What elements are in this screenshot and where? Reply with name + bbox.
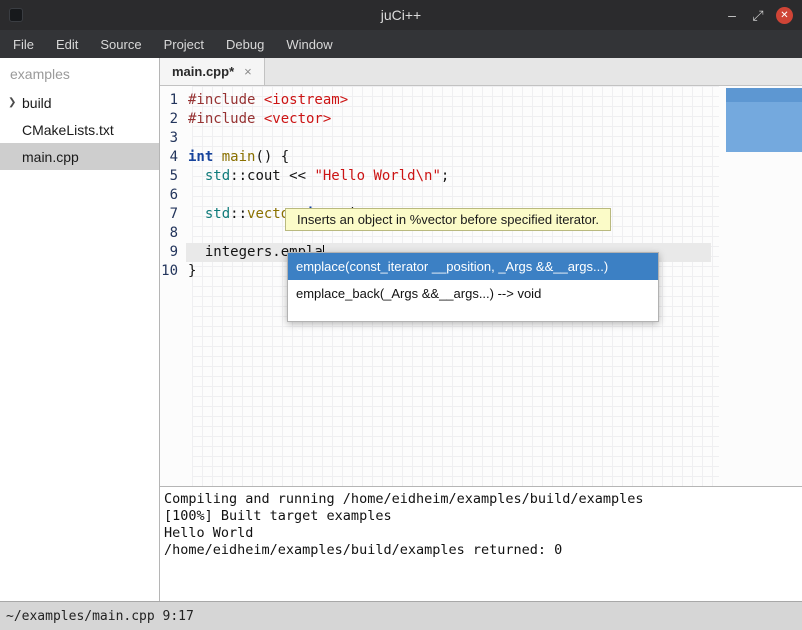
tree-item-label: CMakeLists.txt xyxy=(22,122,114,138)
line-number: 2 xyxy=(160,110,186,129)
code-line[interactable]: 1 #include <iostream> xyxy=(160,91,802,110)
line-number: 5 xyxy=(160,167,186,186)
code-line[interactable]: 5 std::cout << "Hello World\n"; xyxy=(160,167,802,186)
code-line[interactable]: 6 xyxy=(160,186,802,205)
tree-item-label: main.cpp xyxy=(22,149,79,165)
window-controls: – ⤢ ✕ xyxy=(719,0,802,30)
terminal-line: Hello World xyxy=(164,525,802,542)
autocomplete-item-emplace-back[interactable]: emplace_back(_Args &&__args...) --> void xyxy=(288,280,658,307)
code-editor[interactable]: 1 #include <iostream> 2 #include <vector… xyxy=(160,86,802,486)
editor-column: main.cpp* × 1 #include <iostream> 2 #inc… xyxy=(160,58,802,601)
menu-window[interactable]: Window xyxy=(275,32,343,57)
tabbar: main.cpp* × xyxy=(160,58,802,86)
tree-item-build[interactable]: ❯ build xyxy=(0,89,159,116)
autocomplete-item-emplace[interactable]: emplace(const_iterator __position, _Args… xyxy=(288,253,658,280)
code-line[interactable]: 3 xyxy=(160,129,802,148)
tree-item-maincpp[interactable]: main.cpp xyxy=(0,143,159,170)
line-number: 6 xyxy=(160,186,186,205)
tab-maincpp[interactable]: main.cpp* × xyxy=(160,58,265,85)
line-number: 7 xyxy=(160,205,186,224)
terminal-line: Compiling and running /home/eidheim/exam… xyxy=(164,491,802,508)
statusbar: ~/examples/main.cpp 9:17 xyxy=(0,601,802,630)
code-line[interactable]: 2 #include <vector> xyxy=(160,110,802,129)
sidebar-header: examples xyxy=(0,58,159,89)
menu-project[interactable]: Project xyxy=(153,32,215,57)
output-terminal: Compiling and running /home/eidheim/exam… xyxy=(160,487,802,601)
file-tree-sidebar: examples ❯ build CMakeLists.txt main.cpp xyxy=(0,58,160,601)
minimize-button[interactable]: – xyxy=(719,0,745,30)
line-number: 10 xyxy=(160,262,186,281)
line-number: 3 xyxy=(160,129,186,148)
titlebar: juCi++ – ⤢ ✕ xyxy=(0,0,802,30)
line-number: 8 xyxy=(160,224,186,243)
code-line[interactable]: 4 int main() { xyxy=(160,148,802,167)
restore-button[interactable]: ⤢ xyxy=(745,0,771,30)
expand-chevron-icon[interactable]: ❯ xyxy=(8,97,22,108)
window-title: juCi++ xyxy=(0,7,802,23)
menu-file[interactable]: File xyxy=(2,32,45,57)
menu-debug[interactable]: Debug xyxy=(215,32,275,57)
line-number: 1 xyxy=(160,91,186,110)
terminal-line: [100%] Built target examples xyxy=(164,508,802,525)
menu-source[interactable]: Source xyxy=(89,32,152,57)
tree-item-label: build xyxy=(22,95,52,111)
close-button[interactable]: ✕ xyxy=(776,7,793,24)
tab-label: main.cpp* xyxy=(172,64,234,79)
tab-close-icon[interactable]: × xyxy=(244,64,252,79)
autocomplete-popup: emplace(const_iterator __position, _Args… xyxy=(287,252,659,322)
status-file-position: ~/examples/main.cpp 9:17 xyxy=(6,609,194,624)
line-number: 9 xyxy=(160,243,186,262)
tree-item-cmakelists[interactable]: CMakeLists.txt xyxy=(0,116,159,143)
doc-tooltip: Inserts an object in %vector before spec… xyxy=(285,208,611,231)
terminal-line: /home/eidheim/examples/build/examples re… xyxy=(164,542,802,559)
main-area: examples ❯ build CMakeLists.txt main.cpp… xyxy=(0,58,802,601)
menu-edit[interactable]: Edit xyxy=(45,32,89,57)
line-number: 4 xyxy=(160,148,186,167)
menubar: File Edit Source Project Debug Window xyxy=(0,30,802,58)
